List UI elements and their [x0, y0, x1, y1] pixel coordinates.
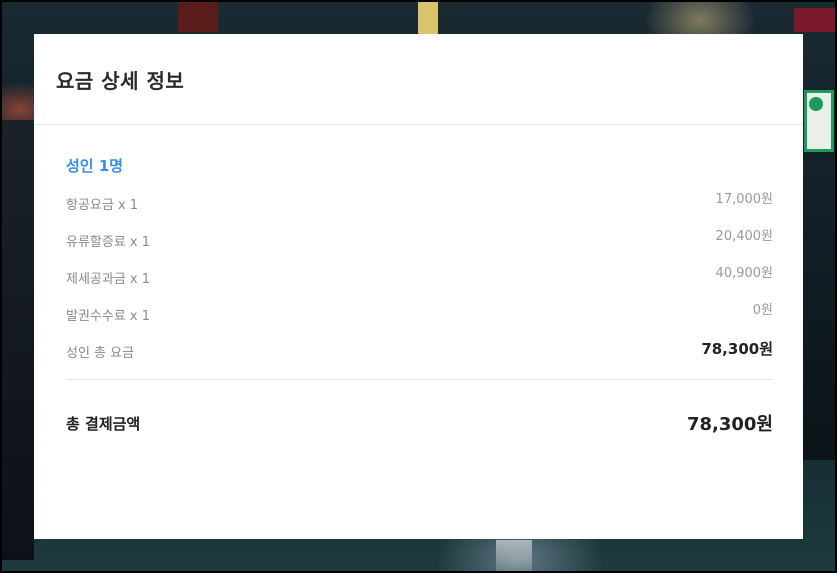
total-value: 78,300원 [686, 414, 773, 435]
modal-title: 요금 상세 정보 [56, 68, 185, 93]
fee-row-ticketing-fee: 발권수수료 x 1 0원 [66, 299, 773, 336]
fee-row-adult-subtotal: 성인 총 요금 78,300원 [66, 336, 773, 373]
background-sign [178, 2, 218, 32]
fee-value: 0원 [752, 303, 773, 318]
subtotal-value: 78,300원 [701, 340, 773, 358]
fee-label: 발권수수료 x 1 [66, 309, 151, 324]
fee-row-fuel-surcharge: 유류할증료 x 1 20,400원 [66, 225, 773, 262]
fee-row-airfare: 항공요금 x 1 17,000원 [66, 188, 773, 225]
fee-row-taxes: 제세공과금 x 1 40,900원 [66, 262, 773, 299]
total-row: 총 결제금액 78,300원 [66, 380, 773, 466]
background-sign [418, 0, 438, 34]
background-figure [0, 120, 34, 560]
fee-label: 항공요금 x 1 [66, 198, 139, 213]
fare-detail-modal: 요금 상세 정보 성인 1명 항공요금 x 1 17,000원 유류할증료 x … [34, 34, 803, 539]
subtotal-label: 성인 총 요금 [66, 346, 135, 361]
fee-label: 제세공과금 x 1 [66, 272, 151, 287]
fee-value: 20,400원 [715, 229, 773, 244]
total-label: 총 결제금액 [66, 414, 141, 433]
adult-section-title: 성인 1명 [66, 157, 124, 175]
fee-value: 17,000원 [715, 192, 773, 207]
fee-label: 유류할증료 x 1 [66, 235, 151, 250]
background-sign [794, 8, 836, 32]
background-road-marking [496, 540, 532, 573]
modal-body: 성인 1명 항공요금 x 1 17,000원 유류할증료 x 1 20,400원… [34, 125, 803, 466]
background-sign [804, 90, 834, 152]
fee-value: 40,900원 [715, 266, 773, 281]
background-figure [803, 160, 837, 460]
modal-header: 요금 상세 정보 [34, 34, 803, 125]
